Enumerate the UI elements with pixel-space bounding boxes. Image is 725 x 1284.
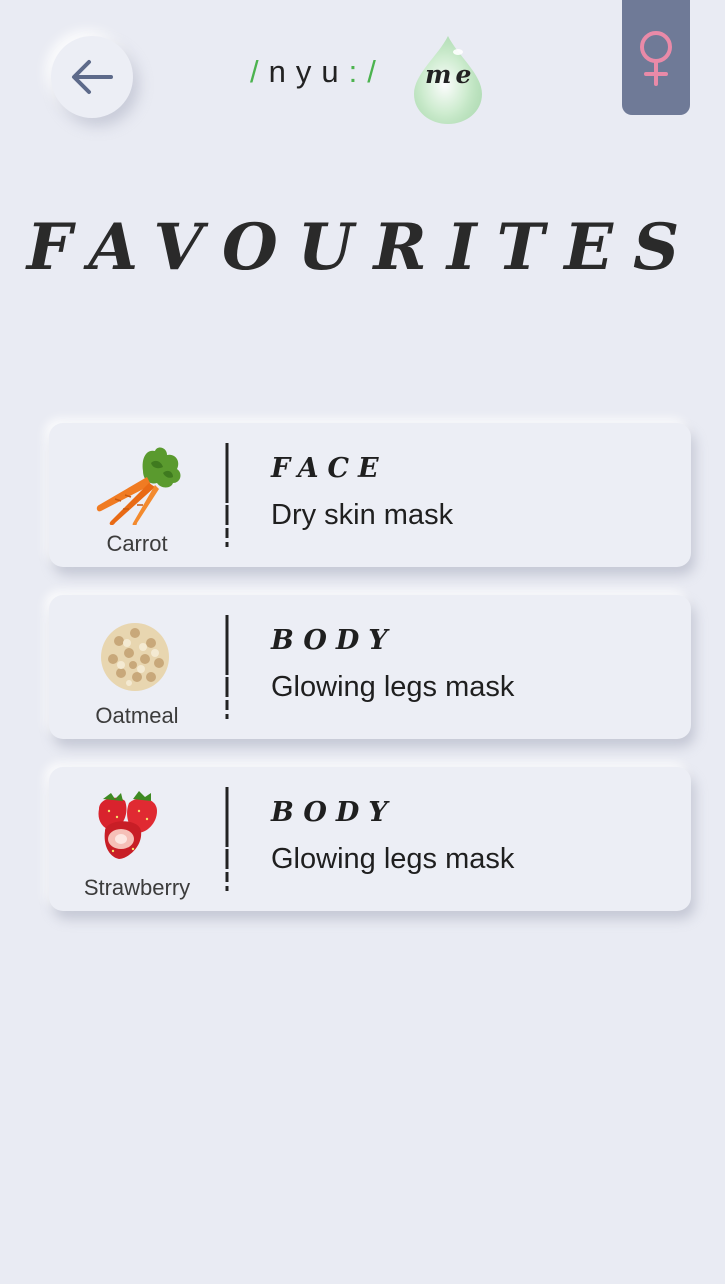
favourite-card[interactable]: Strawberry BODY Glowing legs mask xyxy=(49,767,691,911)
oatmeal-icon xyxy=(101,623,169,691)
carrot-icon xyxy=(96,447,181,525)
arrow-left-icon xyxy=(72,60,113,94)
gender-toggle[interactable] xyxy=(622,0,690,115)
divider-line xyxy=(225,443,229,551)
logo-text: /nyu:/ xyxy=(250,54,386,90)
brand-logo: /nyu:/ me xyxy=(250,36,500,124)
favourite-card[interactable]: Oatmeal BODY Glowing legs mask xyxy=(49,595,691,739)
divider-line xyxy=(225,787,229,895)
mask-name: Dry skin mask xyxy=(271,499,454,531)
back-button[interactable] xyxy=(51,36,133,118)
logo-slash: / xyxy=(250,54,269,89)
category-label: FACE xyxy=(271,453,388,484)
logo-word: nyu xyxy=(268,54,349,89)
logo-separator: :/ xyxy=(348,54,386,89)
logo-me: me xyxy=(425,60,476,89)
strawberry-icon xyxy=(98,791,157,859)
female-icon xyxy=(640,30,672,86)
ingredient-label: Oatmeal xyxy=(95,703,179,728)
ingredient-label: Carrot xyxy=(106,531,168,556)
ingredient-label: Strawberry xyxy=(83,875,191,900)
category-label: BODY xyxy=(271,625,397,656)
app-screen: /nyu:/ me FAVOURITES Carrot FACE Dry ski… xyxy=(5,0,721,1280)
favourite-card[interactable]: Carrot FACE Dry skin mask xyxy=(49,423,691,567)
mask-name: Glowing legs mask xyxy=(271,671,515,703)
page-title: FAVOURITES xyxy=(26,210,700,285)
category-label: BODY xyxy=(271,797,397,828)
mask-name: Glowing legs mask xyxy=(271,843,515,875)
divider-line xyxy=(225,615,229,723)
